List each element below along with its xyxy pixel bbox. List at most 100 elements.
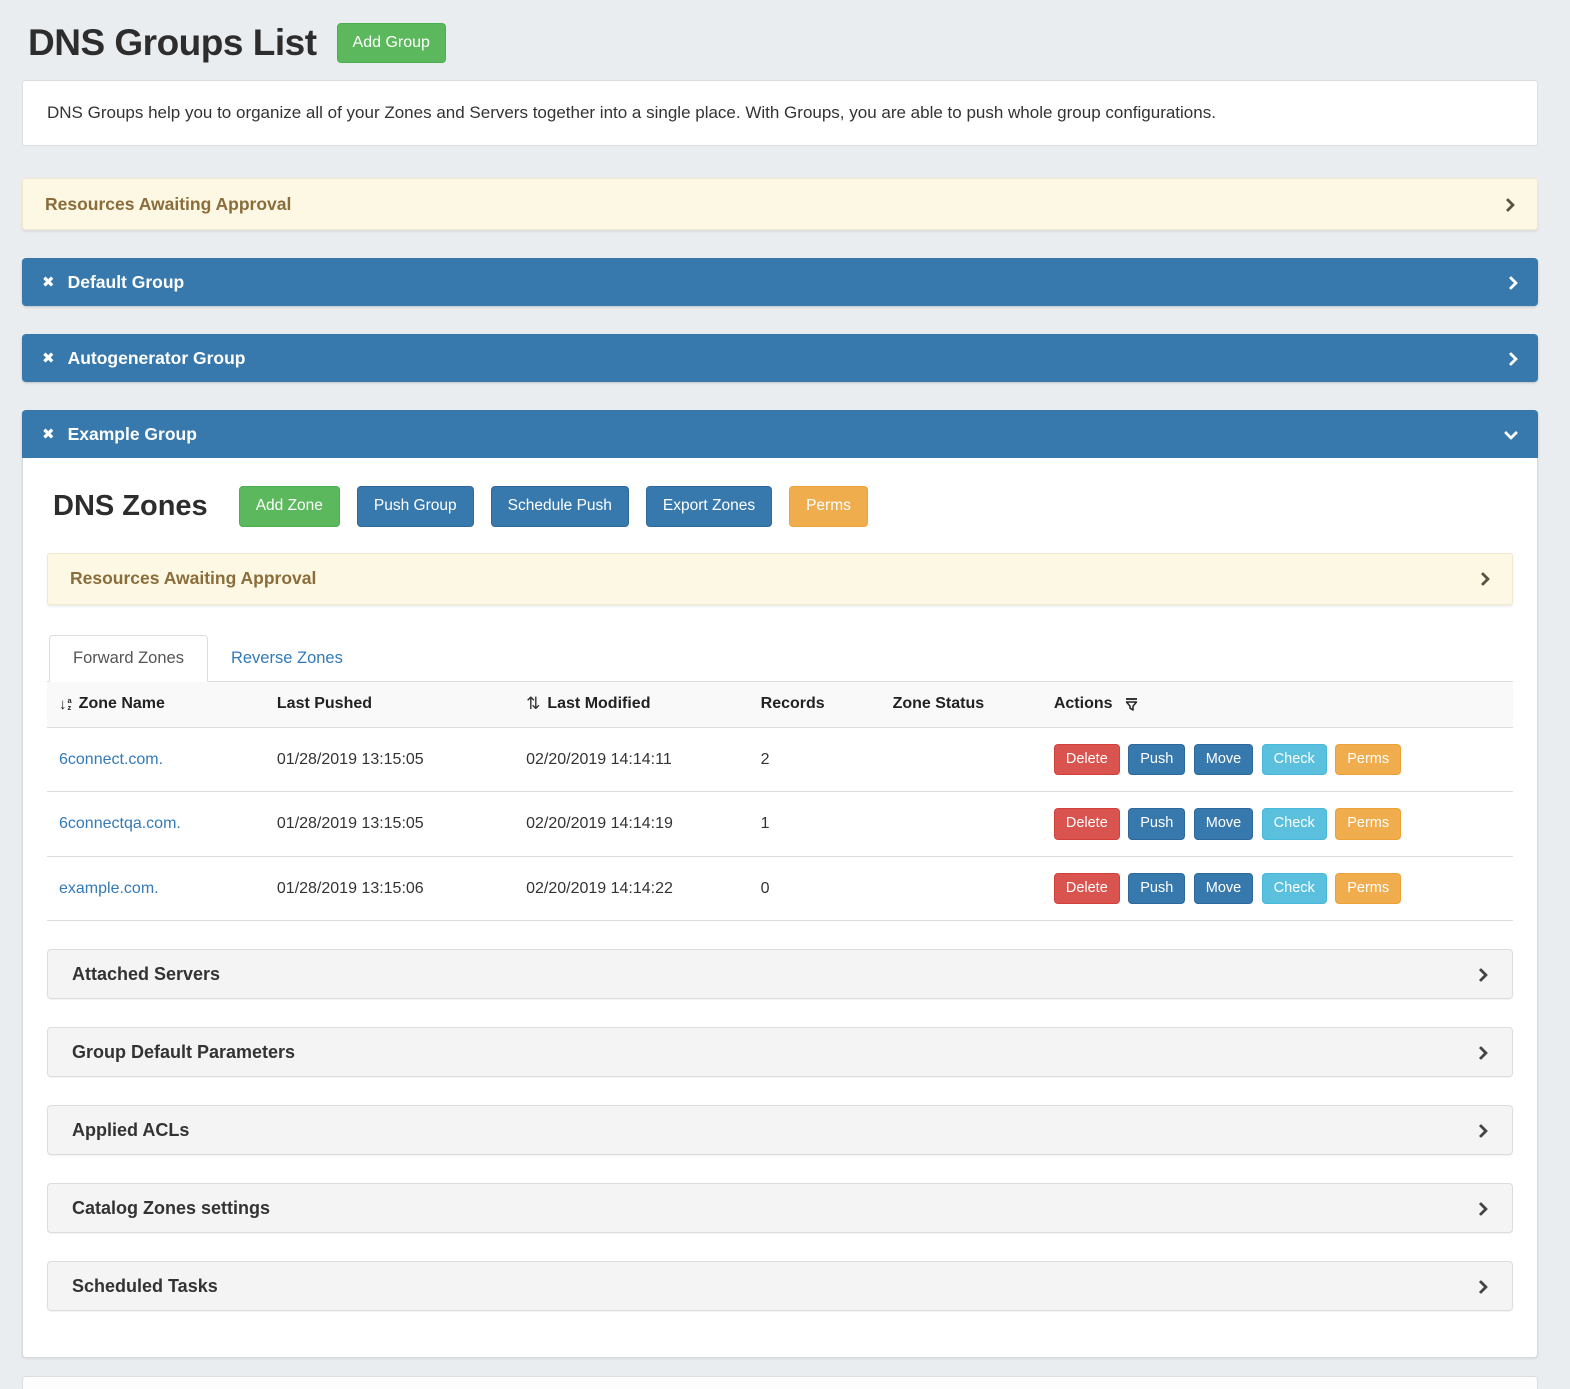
group-header-default-group[interactable]: ✖ Default Group <box>22 258 1538 306</box>
records-cell: 1 <box>751 792 883 856</box>
table-row: 6connectqa.com. 01/28/2019 13:15:05 02/2… <box>47 792 1513 856</box>
last-modified-cell: 02/20/2019 14:14:22 <box>516 856 751 920</box>
delete-button[interactable]: Delete <box>1054 744 1120 775</box>
chevron-right-icon <box>1475 571 1490 586</box>
check-button[interactable]: Check <box>1262 808 1327 839</box>
zones-table-header: ↓ a z Zone Name Last Pushed <box>47 682 1513 728</box>
chevron-right-icon <box>1473 967 1488 982</box>
dns-zones-title: DNS Zones <box>53 490 208 523</box>
page-header: DNS Groups List Add Group <box>22 14 1538 80</box>
example-group-panel: ✖ Example Group DNS Zones Add Zone Push … <box>22 410 1538 1358</box>
push-group-button[interactable]: Push Group <box>357 486 474 527</box>
chevron-down-icon <box>1503 427 1518 442</box>
zones-table: ↓ a z Zone Name Last Pushed <box>47 682 1513 922</box>
close-icon[interactable]: ✖ <box>42 275 55 290</box>
schedule-push-button[interactable]: Schedule Push <box>491 486 629 527</box>
description-text: DNS Groups help you to organize all of y… <box>47 103 1513 123</box>
col-header-last-pushed: Last Pushed <box>277 695 372 712</box>
move-button[interactable]: Move <box>1194 873 1253 904</box>
perms-button[interactable]: Perms <box>1335 873 1401 904</box>
sort-letter-bottom: z <box>68 704 72 712</box>
check-button[interactable]: Check <box>1262 873 1327 904</box>
last-pushed-cell: 01/28/2019 13:15:05 <box>267 792 516 856</box>
awaiting-approval-title: Resources Awaiting Approval <box>45 194 1500 215</box>
col-header-last-modified[interactable]: Last Modified <box>547 695 650 713</box>
push-button[interactable]: Push <box>1128 873 1185 904</box>
zone-name-link[interactable]: 6connectqa.com. <box>59 815 181 832</box>
chevron-right-icon <box>1503 351 1518 366</box>
move-button[interactable]: Move <box>1194 808 1253 839</box>
push-button[interactable]: Push <box>1128 808 1185 839</box>
section-title: Group Default Parameters <box>72 1042 1473 1063</box>
group-title: Default Group <box>68 272 1490 293</box>
close-icon[interactable]: ✖ <box>42 427 55 442</box>
chevron-right-icon <box>1500 197 1515 212</box>
sort-updown-icon[interactable]: ⇅ <box>526 695 540 712</box>
zone-name-link[interactable]: example.com. <box>59 880 159 897</box>
col-header-zone-name[interactable]: Zone Name <box>79 695 165 713</box>
perms-button[interactable]: Perms <box>1335 808 1401 839</box>
description-box: DNS Groups help you to organize all of y… <box>22 80 1538 146</box>
section-group-default-parameters[interactable]: Group Default Parameters <box>47 1027 1513 1077</box>
section-attached-servers[interactable]: Attached Servers <box>47 949 1513 999</box>
page-title: DNS Groups List <box>28 22 317 64</box>
awaiting-approval-title: Resources Awaiting Approval <box>70 568 1475 589</box>
resources-awaiting-approval-panel[interactable]: Resources Awaiting Approval <box>22 178 1538 230</box>
section-title: Applied ACLs <box>72 1120 1473 1141</box>
chevron-right-icon <box>1473 1201 1488 1216</box>
col-header-actions: Actions <box>1054 695 1113 713</box>
add-zone-button[interactable]: Add Zone <box>239 486 340 527</box>
section-title: Attached Servers <box>72 964 1473 985</box>
tab-reverse-zones[interactable]: Reverse Zones <box>208 636 366 681</box>
dns-zones-toolbar: DNS Zones Add Zone Push Group Schedule P… <box>47 486 1513 527</box>
chevron-right-icon <box>1473 1045 1488 1060</box>
export-zones-button[interactable]: Export Zones <box>646 486 772 527</box>
chevron-right-icon <box>1503 275 1518 290</box>
table-row: 6connect.com. 01/28/2019 13:15:05 02/20/… <box>47 728 1513 792</box>
group-header-autogenerator-group[interactable]: ✖ Autogenerator Group <box>22 334 1538 382</box>
add-group-button[interactable]: Add Group <box>337 23 446 62</box>
check-button[interactable]: Check <box>1262 744 1327 775</box>
group-title: Autogenerator Group <box>68 348 1490 369</box>
col-header-zone-status: Zone Status <box>893 695 985 712</box>
records-cell: 2 <box>751 728 883 792</box>
section-title: Scheduled Tasks <box>72 1276 1473 1297</box>
resources-awaiting-approval-panel[interactable]: Resources Awaiting Approval <box>47 553 1513 605</box>
actions-cell: Delete Push Move Check Perms <box>1044 728 1513 792</box>
perms-button[interactable]: Perms <box>1335 744 1401 775</box>
chevron-right-icon <box>1473 1123 1488 1138</box>
group-title: Example Group <box>68 424 1490 445</box>
table-row: example.com. 01/28/2019 13:15:06 02/20/2… <box>47 856 1513 920</box>
page: DNS Groups List Add Group DNS Groups hel… <box>0 0 1570 1389</box>
zone-tabs: Forward Zones Reverse Zones <box>47 635 1513 682</box>
section-applied-acls[interactable]: Applied ACLs <box>47 1105 1513 1155</box>
example-group-body: DNS Zones Add Zone Push Group Schedule P… <box>22 458 1538 1358</box>
section-scheduled-tasks[interactable]: Scheduled Tasks <box>47 1261 1513 1311</box>
move-button[interactable]: Move <box>1194 744 1253 775</box>
sort-alpha-icon[interactable]: ↓ a z <box>59 697 72 712</box>
last-pushed-cell: 01/28/2019 13:15:05 <box>267 728 516 792</box>
zone-status-cell <box>883 856 1044 920</box>
delete-button[interactable]: Delete <box>1054 873 1120 904</box>
actions-cell: Delete Push Move Check Perms <box>1044 856 1513 920</box>
col-header-records: Records <box>761 695 825 712</box>
records-cell: 0 <box>751 856 883 920</box>
push-button[interactable]: Push <box>1128 744 1185 775</box>
zone-name-link[interactable]: 6connect.com. <box>59 751 163 768</box>
perms-group-button[interactable]: Perms <box>789 486 868 527</box>
last-pushed-cell: 01/28/2019 13:15:06 <box>267 856 516 920</box>
sort-letters: a z <box>68 697 72 712</box>
zone-status-cell <box>883 792 1044 856</box>
partial-panel <box>22 1376 1538 1389</box>
delete-button[interactable]: Delete <box>1054 808 1120 839</box>
group-header-example-group[interactable]: ✖ Example Group <box>22 410 1538 458</box>
zone-status-cell <box>883 728 1044 792</box>
actions-cell: Delete Push Move Check Perms <box>1044 792 1513 856</box>
filter-icon[interactable] <box>1124 697 1139 712</box>
close-icon[interactable]: ✖ <box>42 351 55 366</box>
section-title: Catalog Zones settings <box>72 1198 1473 1219</box>
tab-forward-zones[interactable]: Forward Zones <box>49 635 208 682</box>
last-modified-cell: 02/20/2019 14:14:11 <box>516 728 751 792</box>
last-modified-cell: 02/20/2019 14:14:19 <box>516 792 751 856</box>
section-catalog-zones-settings[interactable]: Catalog Zones settings <box>47 1183 1513 1233</box>
